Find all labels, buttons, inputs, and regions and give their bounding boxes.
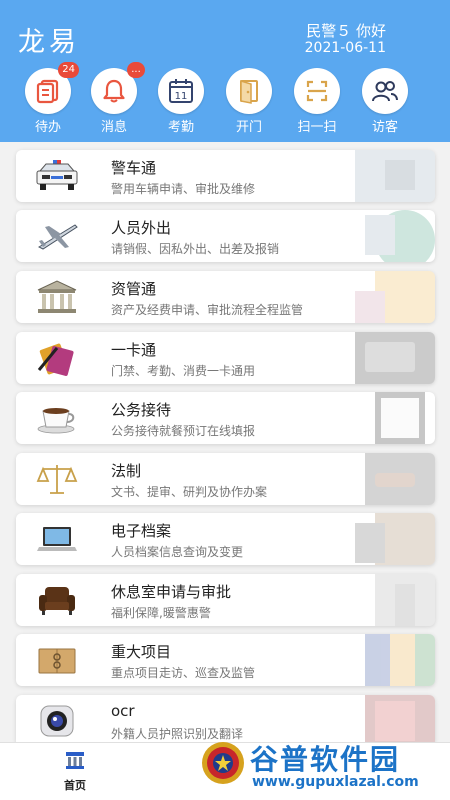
bank-icon [34, 277, 80, 317]
police-emblem-icon [202, 742, 244, 784]
quick-action-label: 开门 [235, 120, 262, 135]
service-title: 警车通 [111, 159, 157, 177]
service-description: 重点项目走访、巡查及监管 [111, 666, 256, 680]
service-title: ocr [111, 702, 135, 720]
todo-count-badge: 24 [58, 62, 79, 78]
user-greeting: 民警５ 你好 [306, 22, 386, 40]
service-card-reception[interactable]: 公务接待 公务接待就餐预订在线填报 [16, 392, 435, 444]
card-background-decoration [365, 634, 435, 686]
card-background-decoration [375, 574, 435, 626]
quick-action-label: 访客 [371, 120, 398, 135]
service-card-police-car[interactable]: 警车通 警用车辆申请、审批及维修 [16, 150, 435, 202]
service-description: 警用车辆申请、审批及维修 [111, 182, 256, 196]
service-title: 资管通 [111, 280, 157, 298]
header-date: 2021-06-11 [304, 40, 386, 56]
card-background-decoration [355, 271, 435, 323]
card-background-decoration [355, 513, 435, 565]
airplane-icon [34, 216, 80, 256]
service-description: 文书、提审、研判及协作办案 [111, 485, 268, 499]
bell-icon: ... [91, 62, 145, 114]
service-description: 公务接待就餐预订在线填报 [111, 424, 256, 438]
service-card-outing[interactable]: 人员外出 请销假、因私外出、出差及报销 [16, 210, 435, 262]
service-card-major-project[interactable]: 重大项目 重点项目走访、巡查及监管 [16, 634, 435, 686]
header: 龙易 民警５ 你好 2021-06-11 24 待办 ... 消息 11 考勤 … [0, 0, 450, 142]
quick-action-label: 消息 [100, 120, 127, 135]
card-background-decoration [365, 210, 435, 262]
calendar-icon: 11 [158, 68, 204, 114]
app-title: 龙易 [18, 27, 80, 58]
police-car-icon [34, 156, 80, 196]
quick-action-todo[interactable]: 24 待办 [21, 62, 79, 135]
card-background-decoration [375, 392, 425, 444]
service-title: 一卡通 [111, 341, 157, 359]
card-background-decoration [355, 150, 435, 202]
cards-pen-icon [34, 338, 80, 378]
service-title: 电子档案 [111, 522, 172, 540]
scan-icon [294, 68, 340, 114]
service-description: 请销假、因私外出、出差及报销 [111, 242, 280, 256]
service-card-e-archive[interactable]: 电子档案 人员档案信息查询及变更 [16, 513, 435, 565]
service-card-one-card[interactable]: 一卡通 门禁、考勤、消费一卡通用 [16, 332, 435, 384]
service-description: 人员档案信息查询及变更 [111, 545, 244, 559]
watermark-brand: 谷普软件园 [250, 743, 401, 776]
quick-action-label: 扫一扫 [297, 120, 337, 135]
laptop-icon [34, 519, 80, 559]
quick-action-messages[interactable]: ... 消息 [87, 62, 145, 135]
camera-icon [34, 701, 80, 741]
quick-action-scan[interactable]: 扫一扫 [290, 68, 344, 135]
todo-list-icon: 24 [25, 62, 79, 114]
calendar-day: 11 [175, 91, 188, 102]
service-description: 福利保障,暖警惠警 [111, 606, 211, 620]
watermark-url: www.gupuxlazal.com [252, 774, 419, 790]
service-card-lounge[interactable]: 休息室申请与审批 福利保障,暖警惠警 [16, 574, 435, 626]
card-background-decoration [365, 453, 435, 505]
coffee-cup-icon [34, 398, 80, 438]
service-card-asset-management[interactable]: 资管通 资产及经费申请、审批流程全程监管 [16, 271, 435, 323]
service-title: 法制 [111, 462, 142, 480]
door-icon [226, 68, 272, 114]
service-title: 休息室申请与审批 [111, 583, 232, 601]
quick-action-label: 待办 [34, 120, 61, 135]
service-description: 资产及经费申请、审批流程全程监管 [111, 303, 304, 317]
scales-icon [34, 459, 80, 499]
tab-home[interactable]: 首页 [55, 749, 95, 793]
card-background-decoration [355, 332, 435, 384]
service-title: 人员外出 [111, 219, 172, 237]
tab-home-label: 首页 [64, 779, 86, 792]
quick-action-attendance[interactable]: 11 考勤 [154, 68, 208, 135]
envelope-icon [34, 640, 80, 680]
service-title: 公务接待 [111, 401, 172, 419]
quick-action-label: 考勤 [167, 120, 194, 135]
service-description: 门禁、考勤、消费一卡通用 [111, 364, 256, 378]
message-badge: ... [127, 62, 145, 78]
visitors-icon [362, 68, 408, 114]
armchair-icon [34, 580, 80, 620]
service-card-legal[interactable]: 法制 文书、提审、研判及协作办案 [16, 453, 435, 505]
police-building-icon [66, 752, 84, 769]
service-title: 重大项目 [111, 643, 172, 661]
quick-action-visitors[interactable]: 访客 [358, 68, 412, 135]
quick-action-open-door[interactable]: 开门 [222, 68, 276, 135]
